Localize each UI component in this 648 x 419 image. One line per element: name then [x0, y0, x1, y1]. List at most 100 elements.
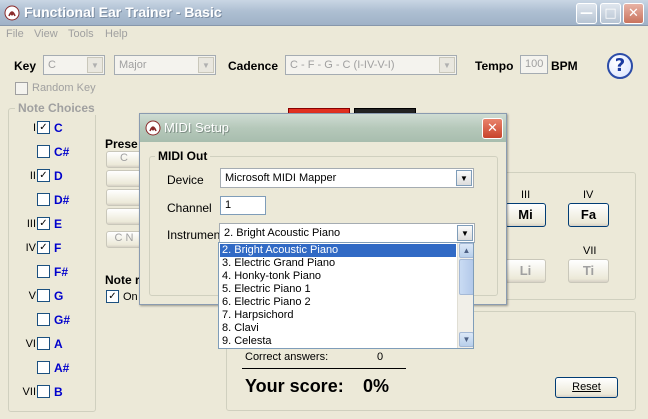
instrument-option[interactable]: 2. Bright Acoustic Piano [220, 244, 456, 257]
note-checkbox[interactable] [37, 265, 50, 278]
instrument-option[interactable]: 9. Celesta [222, 335, 272, 348]
note-roman: VII [22, 386, 36, 398]
key-select[interactable]: C ▼ [43, 55, 105, 75]
minimize-icon: — [580, 6, 593, 21]
tempo-unit: BPM [551, 59, 578, 73]
menu-view[interactable]: View [34, 28, 58, 40]
chevron-down-icon: ▼ [198, 57, 214, 73]
note-checkbox[interactable]: ✓ [37, 121, 50, 134]
note-roman: I [32, 122, 36, 134]
instrument-dropdown-list: 2. Bright Acoustic Piano 3. Electric Gran… [218, 242, 474, 349]
note-roman: VI [25, 338, 36, 350]
note-label: A [54, 337, 63, 351]
window-title: Functional Ear Trainer - Basic [24, 4, 222, 20]
menu-tools[interactable]: Tools [68, 28, 94, 40]
instrument-select[interactable]: 2. Bright Acoustic Piano ▼ [219, 223, 475, 243]
cadence-select[interactable]: C - F - G - C (I-IV-V-I) ▼ [285, 55, 457, 75]
instrument-option[interactable]: 5. Electric Piano 1 [222, 283, 311, 296]
note-checkbox[interactable] [37, 289, 50, 302]
scroll-thumb[interactable] [459, 259, 473, 295]
degree-roman-7: VII [583, 245, 597, 257]
note-checkbox[interactable] [37, 337, 50, 350]
channel-value: 1 [225, 199, 232, 211]
menu-file[interactable]: File [6, 28, 24, 40]
chevron-down-icon: ▼ [439, 57, 455, 73]
score-divider [242, 368, 406, 369]
note-label: B [54, 385, 63, 399]
title-bar: Functional Ear Trainer - Basic — □ ✕ [0, 0, 648, 26]
instrument-value: 2. Bright Acoustic Piano [224, 227, 341, 239]
close-icon: ✕ [487, 121, 498, 136]
chevron-down-icon: ▼ [456, 170, 472, 186]
minimize-button[interactable]: — [576, 3, 597, 24]
note-label: D# [54, 193, 70, 207]
tempo-input[interactable]: 100 [520, 55, 548, 74]
note-roman: II [29, 170, 36, 182]
note-label: A# [54, 361, 70, 375]
note-checkbox[interactable] [37, 145, 50, 158]
note-choices-title: Note Choices [15, 101, 98, 115]
close-button[interactable]: ✕ [623, 3, 644, 24]
channel-input[interactable]: 1 [220, 196, 266, 215]
menu-bar: File View Tools Help [0, 26, 648, 44]
note-label: G# [54, 313, 71, 327]
instrument-option[interactable]: 3. Electric Grand Piano [222, 257, 335, 270]
note-label: D [54, 169, 63, 183]
maximize-button[interactable]: □ [600, 3, 621, 24]
note-checkbox[interactable] [37, 313, 50, 326]
channel-label: Channel [167, 201, 212, 215]
note-label: C [54, 121, 63, 135]
note-roman: IV [25, 242, 36, 254]
instrument-option[interactable]: 4. Honky-tonk Piano [222, 270, 321, 283]
correct-answers-value: 0 [377, 351, 384, 363]
device-label: Device [167, 173, 204, 187]
degree-button-li[interactable]: Li [505, 259, 546, 283]
note-checkbox[interactable]: ✓ [37, 169, 50, 182]
midi-title-bar: MIDI Setup ✕ [140, 114, 506, 142]
key-label: Key [14, 59, 37, 73]
note-choices-group [8, 108, 96, 412]
preset-button-4[interactable] [106, 208, 142, 225]
scroll-up-icon[interactable]: ▲ [459, 243, 473, 258]
tempo-value: 100 [525, 58, 544, 70]
preset-button-5[interactable]: C N [106, 231, 142, 248]
degree-button-mi[interactable]: Mi [505, 203, 546, 227]
instrument-option[interactable]: 7. Harpsichord [222, 309, 294, 322]
note-section-label: Note r [105, 273, 140, 287]
random-key-checkbox[interactable] [15, 82, 28, 95]
correct-answers-label: Correct answers: [245, 351, 329, 363]
note-label: G [54, 289, 64, 303]
note-checkbox[interactable]: ✓ [37, 217, 50, 230]
device-select[interactable]: Microsoft MIDI Mapper ▼ [220, 168, 474, 188]
note-option-label: On [123, 291, 138, 303]
preset-button-3[interactable] [106, 189, 142, 206]
chevron-down-icon: ▼ [457, 225, 473, 241]
mode-value: Major [119, 59, 147, 71]
instrument-scrollbar[interactable]: ▲ ▼ [457, 243, 473, 348]
note-checkbox[interactable] [37, 361, 50, 374]
cadence-label: Cadence [228, 59, 279, 73]
scroll-down-icon[interactable]: ▼ [459, 332, 473, 347]
menu-help[interactable]: Help [105, 28, 128, 40]
app-icon [145, 120, 161, 136]
help-icon[interactable]: ? [607, 53, 633, 79]
note-checkbox[interactable] [37, 385, 50, 398]
instrument-option[interactable]: 8. Clavi [222, 322, 259, 335]
note-label: F [54, 241, 62, 255]
degree-roman-3: III [521, 189, 531, 201]
mode-select[interactable]: Major ▼ [114, 55, 216, 75]
degree-button-fa[interactable]: Fa [568, 203, 609, 227]
score-value: 0% [363, 376, 390, 396]
note-label: E [54, 217, 63, 231]
note-roman: V [28, 290, 36, 302]
preset-button-1[interactable]: C [106, 151, 142, 168]
degree-button-ti[interactable]: Ti [568, 259, 609, 283]
reset-button[interactable]: Reset [555, 377, 618, 398]
instrument-option[interactable]: 6. Electric Piano 2 [222, 296, 311, 309]
note-label: F# [54, 265, 69, 279]
midi-close-button[interactable]: ✕ [482, 118, 503, 139]
note-checkbox[interactable]: ✓ [37, 241, 50, 254]
preset-button-2[interactable] [106, 170, 142, 187]
note-checkbox[interactable] [37, 193, 50, 206]
note-option-checkbox[interactable]: ✓ [106, 290, 119, 303]
